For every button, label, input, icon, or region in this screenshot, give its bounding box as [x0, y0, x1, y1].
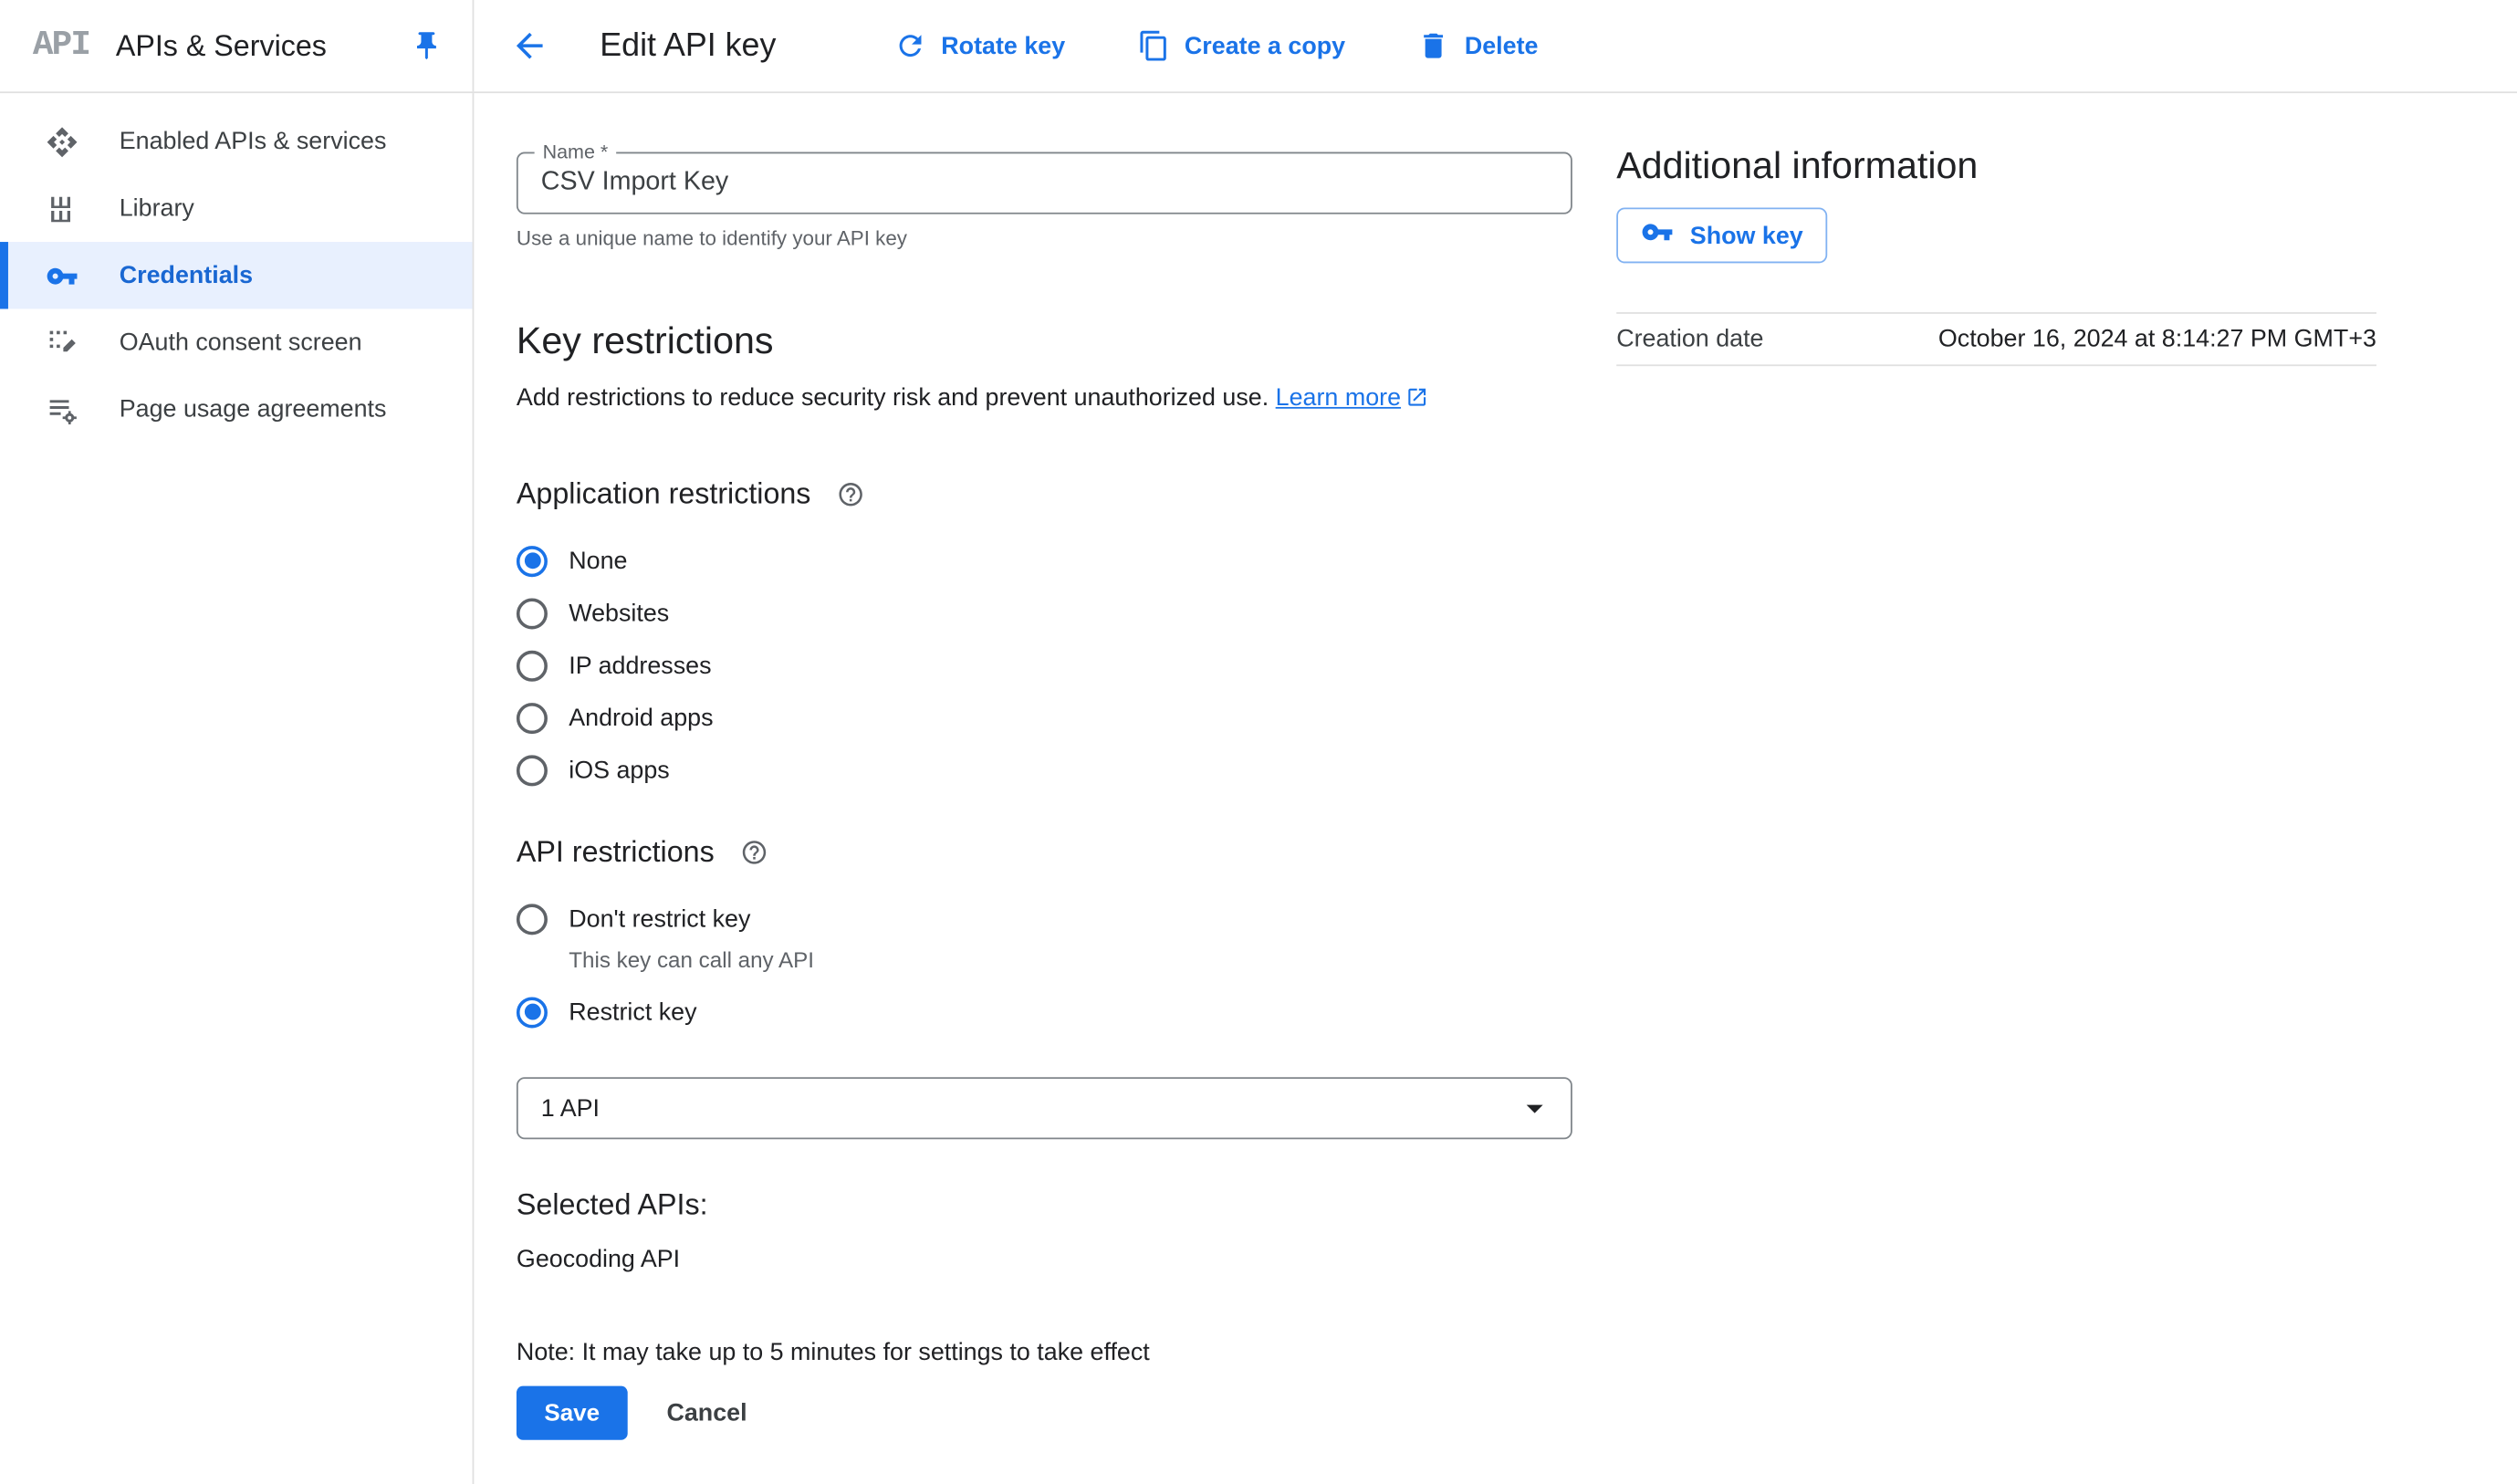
creation-date-value: October 16, 2024 at 8:14:27 PM GMT+3 [1938, 325, 2376, 352]
radio-option-android-apps[interactable]: Android apps [517, 692, 1572, 744]
create-copy-label: Create a copy [1185, 32, 1345, 59]
name-field-wrapper: Name * [517, 152, 1572, 214]
pin-icon[interactable] [411, 29, 444, 62]
page-header: Edit API key Rotate key Create a copy [474, 0, 2517, 91]
radio-option-ios-apps[interactable]: iOS apps [517, 744, 1572, 796]
main-content: Name * Use a unique name to identify you… [474, 93, 2517, 1484]
settings-note: Note: It may take up to 5 minutes for se… [517, 1339, 1572, 1366]
radio-button[interactable] [517, 598, 548, 629]
sidebar-item-label: Page usage agreements [120, 395, 387, 423]
form-actions: Save Cancel [517, 1386, 1572, 1440]
save-button[interactable]: Save [517, 1386, 628, 1440]
page-title: Edit API key [600, 27, 776, 65]
edit-key-form: Name * Use a unique name to identify you… [517, 93, 1572, 1440]
copy-icon [1137, 29, 1170, 62]
show-key-button[interactable]: Show key [1616, 207, 1827, 263]
radio-label: Android apps [569, 704, 713, 731]
name-field-label: Name * [535, 141, 617, 163]
radio-label: iOS apps [569, 756, 670, 783]
sidebar-item-label: Enabled APIs & services [120, 128, 387, 155]
radio-label: Restrict key [569, 998, 696, 1025]
radio-button[interactable] [517, 755, 548, 786]
radio-label: Websites [569, 599, 669, 626]
api-hub-icon [46, 125, 78, 158]
api-select-value: 1 API [541, 1094, 1515, 1122]
sidebar-item-label: Library [120, 194, 194, 222]
radio-option-ip-addresses[interactable]: IP addresses [517, 639, 1572, 691]
api-restrictions-options: Don't restrict key This key can call any… [517, 893, 1572, 1038]
sidebar-item-oauth-consent[interactable]: OAuth consent screen [0, 308, 473, 375]
radio-option-websites[interactable]: Websites [517, 587, 1572, 639]
key-restrictions-text: Add restrictions to reduce security risk… [517, 384, 1269, 412]
application-restrictions-heading: Application restrictions [517, 477, 811, 512]
radio-button[interactable] [517, 545, 548, 576]
back-arrow-icon[interactable] [510, 26, 549, 66]
radio-label: Don't restrict key [569, 904, 750, 932]
delete-label: Delete [1465, 32, 1539, 59]
sidebar: Enabled APIs & services Library Credenti… [0, 93, 474, 1484]
agreements-gear-icon [46, 393, 78, 426]
delete-icon [1417, 29, 1450, 62]
key-icon [46, 259, 78, 292]
chevron-down-icon [1515, 1089, 1554, 1128]
sidebar-item-label: Credentials [120, 262, 253, 289]
sidebar-item-credentials[interactable]: Credentials [0, 242, 473, 308]
radio-option-none[interactable]: None [517, 535, 1572, 587]
selected-apis-heading: Selected APIs: [517, 1188, 1572, 1223]
selected-api-item: Geocoding API [517, 1246, 1572, 1273]
api-logo: API [33, 27, 89, 65]
key-restrictions-description: Add restrictions to reduce security risk… [517, 382, 1572, 418]
radio-label: IP addresses [569, 652, 711, 679]
help-icon[interactable] [837, 481, 864, 508]
key-outline-icon [1641, 215, 1674, 255]
product-title: APIs & Services [116, 28, 327, 63]
consent-screen-icon [46, 326, 78, 359]
sidebar-item-enabled-apis[interactable]: Enabled APIs & services [0, 108, 473, 174]
application-restrictions-options: None Websites IP addresses Android apps [517, 535, 1572, 797]
page: API APIs & Services Edit API key Rotate … [0, 0, 2517, 1484]
radio-button[interactable] [517, 702, 548, 733]
radio-option-restrict-key[interactable]: Restrict key [517, 986, 1572, 1038]
api-select-dropdown[interactable]: 1 API [517, 1077, 1572, 1139]
show-key-label: Show key [1690, 222, 1803, 249]
key-restrictions-heading: Key restrictions [517, 319, 1572, 362]
sidebar-item-label: OAuth consent screen [120, 329, 362, 356]
radio-button[interactable] [517, 650, 548, 681]
create-copy-button[interactable]: Create a copy [1137, 29, 1345, 62]
radio-label: None [569, 547, 627, 574]
sidebar-item-library[interactable]: Library [0, 175, 473, 242]
top-bar: API APIs & Services Edit API key Rotate … [0, 0, 2517, 93]
radio-option-dont-restrict[interactable]: Don't restrict key [517, 893, 1572, 945]
name-helper-text: Use a unique name to identify your API k… [517, 227, 1572, 250]
sidebar-item-page-usage[interactable]: Page usage agreements [0, 376, 473, 443]
cancel-button[interactable]: Cancel [666, 1399, 747, 1427]
product-header: API APIs & Services [0, 0, 474, 91]
rotate-icon [893, 29, 926, 62]
rotate-key-button[interactable]: Rotate key [893, 29, 1065, 62]
header-actions: Rotate key Create a copy Delete [893, 29, 1538, 62]
rotate-key-label: Rotate key [941, 32, 1065, 59]
help-icon[interactable] [740, 839, 768, 866]
learn-more-link[interactable]: Learn more [1276, 384, 1401, 412]
radio-button[interactable] [517, 997, 548, 1028]
creation-date-label: Creation date [1616, 325, 1763, 352]
additional-information-heading: Additional information [1616, 144, 2376, 188]
library-icon [46, 192, 78, 225]
name-input[interactable] [518, 153, 1571, 212]
delete-button[interactable]: Delete [1417, 29, 1539, 62]
creation-date-row: Creation date October 16, 2024 at 8:14:2… [1616, 312, 2376, 366]
radio-button[interactable] [517, 903, 548, 934]
dont-restrict-sublabel: This key can call any API [517, 948, 1572, 973]
additional-information-panel: Additional information Show key Creation… [1616, 93, 2376, 366]
open-in-new-icon [1405, 386, 1428, 419]
api-restrictions-heading: API restrictions [517, 835, 715, 870]
